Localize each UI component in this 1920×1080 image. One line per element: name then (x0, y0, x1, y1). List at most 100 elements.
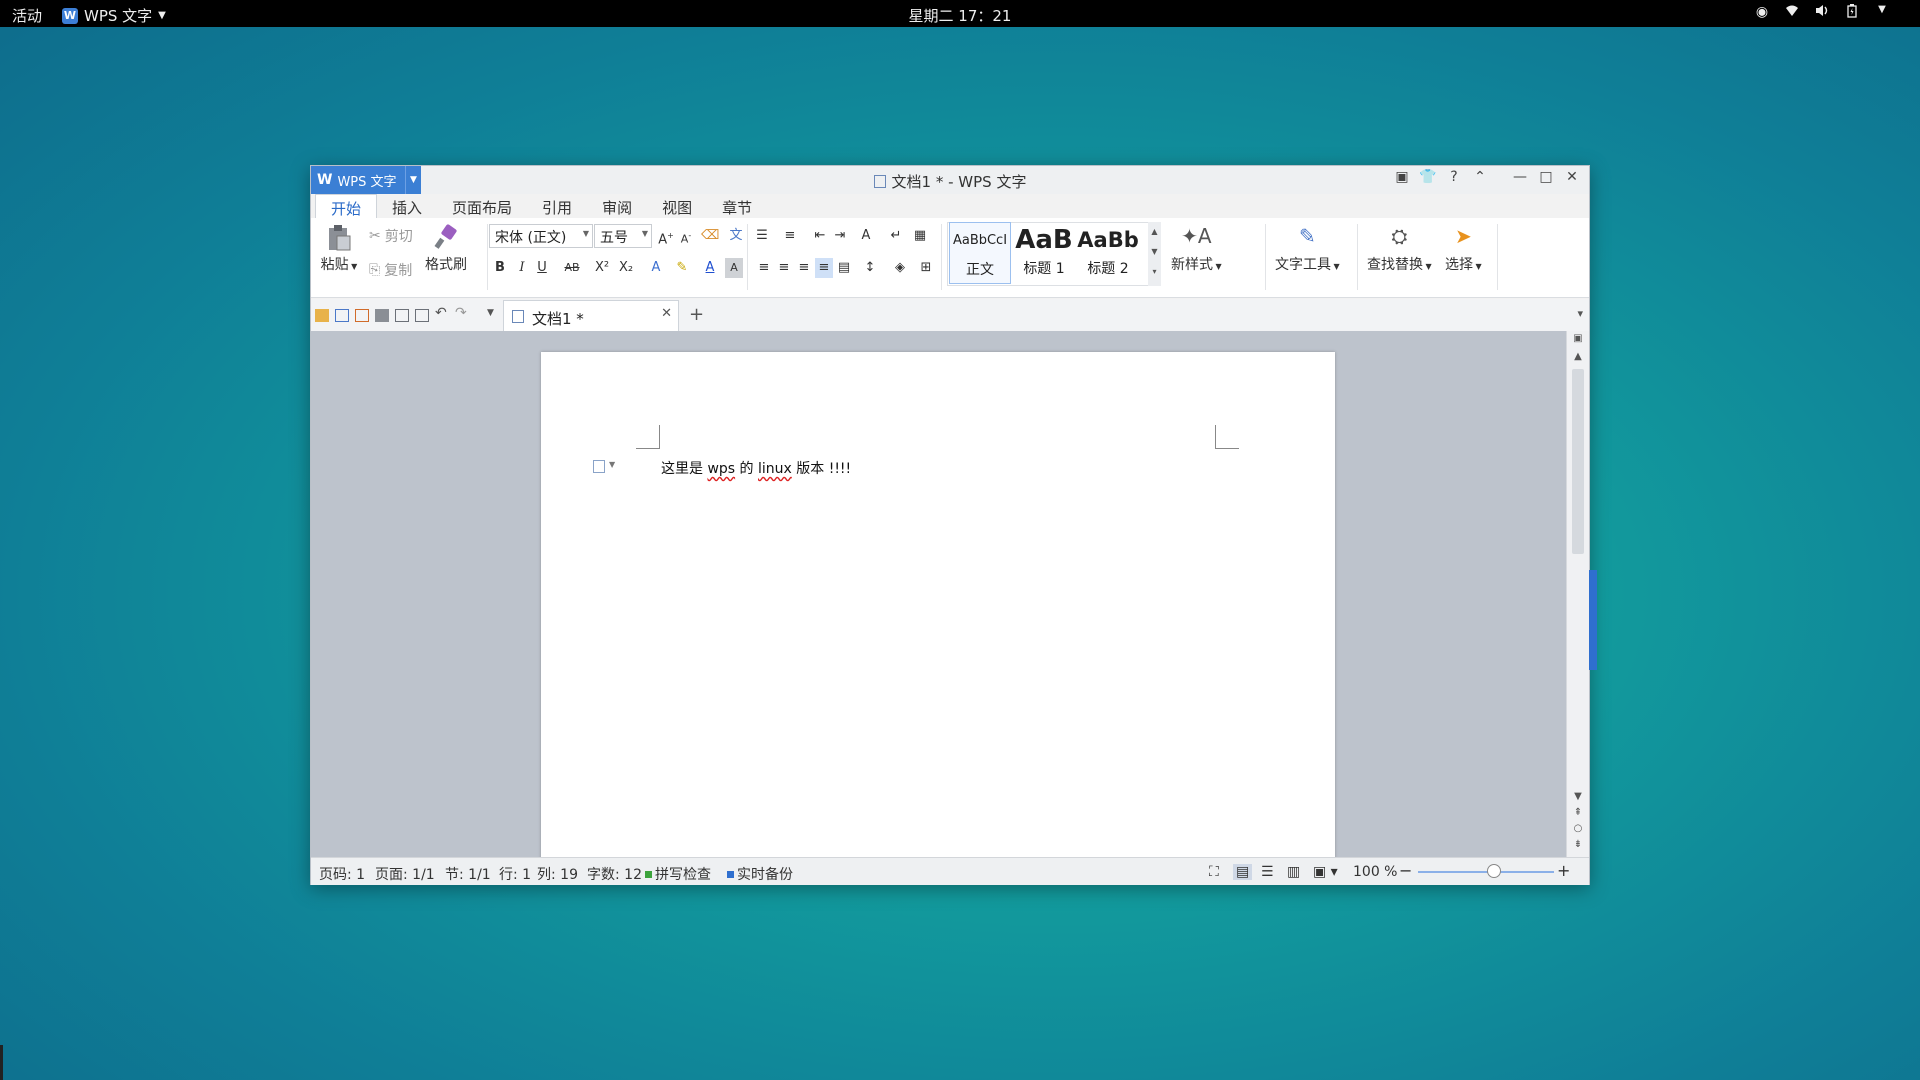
cut-button[interactable]: ✂ 剪切 (369, 226, 413, 246)
print-icon[interactable] (375, 309, 389, 322)
redo-icon[interactable]: ↷ (455, 305, 467, 321)
document-tab[interactable]: 文档1 * ✕ (503, 300, 679, 331)
document-page[interactable]: ▼ 这里是 wps 的 linux 版本 !!!! (541, 352, 1335, 857)
zoom-level[interactable]: 100 % (1353, 864, 1397, 880)
spellcheck-toggle[interactable]: 拼写检查 (645, 864, 711, 884)
highlight-icon[interactable]: ✎ (673, 258, 691, 278)
font-name-select[interactable]: 宋体 (正文) ▼ (489, 224, 593, 248)
reading-mode-icon[interactable]: ▣ ▾ (1313, 864, 1338, 880)
phonetic-guide-icon[interactable]: 文 (727, 226, 745, 246)
style-normal[interactable]: AaBbCcI 正文 (949, 222, 1011, 284)
save-icon[interactable] (335, 309, 349, 322)
tab-home[interactable]: 开始 (315, 194, 378, 218)
paragraph-mark-icon[interactable]: ↵ (887, 226, 905, 246)
decrease-indent-icon[interactable]: ⇤ (811, 226, 829, 246)
next-page-icon[interactable]: ⇟ (1567, 839, 1589, 850)
find-replace-button[interactable]: ⛭ 查找替换 ▼ (1367, 224, 1432, 274)
undo-icon[interactable]: ↶ (435, 305, 447, 321)
line-spacing-icon[interactable]: ↕ (861, 258, 879, 278)
export-pdf-icon[interactable] (355, 309, 369, 322)
bullet-list-icon[interactable]: ☰ (753, 226, 771, 246)
status-line[interactable]: 行: 1 (499, 864, 531, 884)
tab-view[interactable]: 视图 (647, 194, 707, 218)
align-left-icon[interactable]: ≡ (755, 258, 773, 278)
new-style-button[interactable]: ✦A 新样式 ▼ (1171, 224, 1222, 274)
table-icon[interactable]: ▦ (911, 226, 929, 246)
clear-format-icon[interactable]: ⌫ (701, 226, 719, 246)
wifi-icon[interactable] (1784, 4, 1800, 22)
browse-object-icon[interactable]: ○ (1567, 823, 1589, 834)
activities-button[interactable]: 活动 (12, 5, 42, 26)
distributed-icon[interactable]: ▤ (835, 258, 853, 278)
power-menu-icon[interactable]: ▼ (1874, 4, 1890, 22)
italic-button[interactable]: I (513, 258, 531, 278)
backup-toggle[interactable]: 实时备份 (727, 864, 793, 884)
web-view-icon[interactable]: ▥ (1287, 864, 1300, 880)
tab-chapter[interactable]: 章节 (707, 194, 767, 218)
record-icon[interactable]: ◉ (1754, 4, 1770, 22)
tab-page-layout[interactable]: 页面布局 (437, 194, 527, 218)
superscript-button[interactable]: X² (591, 258, 613, 278)
close-button[interactable]: ✕ (1561, 169, 1583, 185)
tab-menu-icon[interactable]: ▾ (1577, 307, 1583, 320)
zoom-in-button[interactable]: + (1557, 861, 1570, 880)
border-icon[interactable]: ⊞ (917, 258, 935, 278)
open-icon[interactable] (315, 309, 329, 322)
scroll-up-arrow[interactable]: ▲ (1567, 351, 1589, 362)
style-heading-2[interactable]: AaBb 标题 2 (1077, 222, 1139, 284)
bold-button[interactable]: B (491, 258, 509, 278)
maximize-button[interactable]: □ (1535, 169, 1557, 185)
scroll-down-arrow[interactable]: ▼ (1567, 791, 1589, 802)
status-page-number[interactable]: 页码: 1 (319, 864, 365, 884)
status-section[interactable]: 节: 1/1 (445, 864, 491, 884)
paragraph-dropdown-icon[interactable]: ▼ (609, 460, 615, 469)
text-tools-button[interactable]: ✎ 文字工具 ▼ (1275, 224, 1340, 274)
tab-references[interactable]: 引用 (527, 194, 587, 218)
minimize-button[interactable]: — (1509, 169, 1531, 185)
zoom-slider-knob[interactable] (1487, 864, 1501, 878)
zoom-slider[interactable] (1418, 871, 1554, 873)
style-scroll[interactable]: ▲ ▼ ▾ (1148, 222, 1161, 286)
status-word-count[interactable]: 字数: 12 (587, 864, 642, 884)
tab-review[interactable]: 审阅 (587, 194, 647, 218)
full-screen-icon[interactable]: ⛶ (1209, 864, 1219, 880)
select-button[interactable]: ➤ 选择 ▼ (1445, 224, 1482, 274)
text-direction-icon[interactable]: A (857, 226, 875, 246)
justify-icon[interactable]: ≡ (815, 258, 833, 278)
increase-indent-icon[interactable]: ⇥ (831, 226, 849, 246)
scrollbar-thumb[interactable] (1572, 369, 1584, 554)
app-menu-dropdown[interactable]: ▼ (405, 166, 421, 194)
close-tab-icon[interactable]: ✕ (661, 306, 672, 321)
new-tab-icon[interactable]: + (689, 304, 704, 325)
wps-app-menu-button[interactable]: W WPS 文字 ▼ (311, 166, 421, 194)
outline-view-icon[interactable]: ☰ (1261, 864, 1274, 880)
prev-page-icon[interactable]: ⇞ (1567, 807, 1589, 818)
subscript-button[interactable]: X₂ (615, 258, 637, 278)
skin-icon[interactable]: ▣ (1391, 169, 1413, 185)
copy-button[interactable]: ⎘ 复制 (369, 260, 412, 280)
vertical-scrollbar[interactable]: ▣ ▲ ▼ ⇞ ○ ⇟ (1566, 331, 1589, 857)
print-preview-icon[interactable] (395, 309, 409, 322)
system-tray[interactable]: ◉ ▼ (1754, 4, 1890, 22)
page-view-icon[interactable]: ▤ (1233, 864, 1253, 880)
underline-button[interactable]: U (533, 258, 551, 278)
char-shading-icon[interactable]: A (725, 258, 743, 278)
align-center-icon[interactable]: ≡ (775, 258, 793, 278)
font-color-icon[interactable]: A (701, 258, 719, 278)
app-menu[interactable]: W WPS 文字 ▼ (62, 5, 166, 26)
shading-icon[interactable]: ◈ (891, 258, 909, 278)
style-heading-1[interactable]: AaB 标题 1 (1013, 222, 1075, 284)
shrink-font-icon[interactable]: A- (677, 226, 695, 246)
side-panel-handle[interactable] (1589, 570, 1597, 670)
status-column[interactable]: 列: 19 (537, 864, 578, 884)
tab-insert[interactable]: 插入 (377, 194, 437, 218)
status-page-count[interactable]: 页面: 1/1 (375, 864, 435, 884)
strikethrough-button[interactable]: AB (561, 258, 583, 278)
collapse-ribbon-icon[interactable]: ⌃ (1469, 169, 1491, 185)
grow-font-icon[interactable]: A+ (657, 226, 675, 247)
align-right-icon[interactable]: ≡ (795, 258, 813, 278)
font-size-select[interactable]: 五号 ▼ (594, 224, 652, 248)
volume-icon[interactable] (1814, 4, 1830, 22)
clock[interactable]: 星期二 17：21 (909, 7, 1012, 25)
zoom-out-button[interactable]: − (1399, 861, 1412, 880)
